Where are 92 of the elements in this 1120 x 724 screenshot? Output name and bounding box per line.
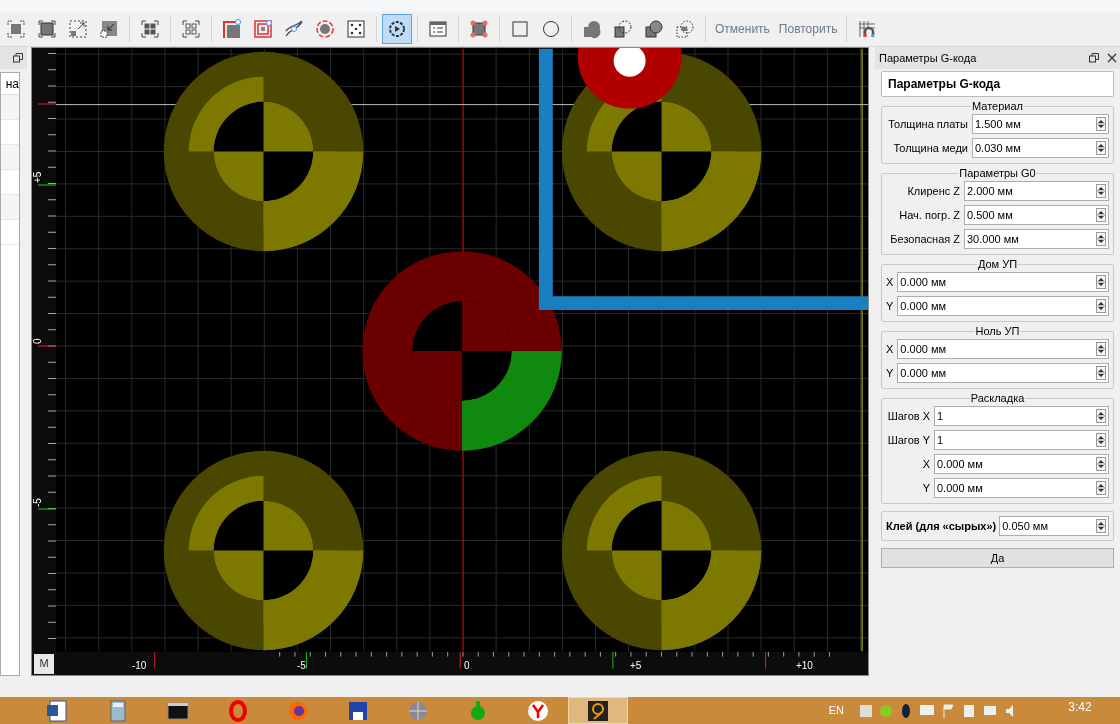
spin-field[interactable]: 0.000 мм: [934, 454, 1109, 474]
toolbar-button[interactable]: [382, 14, 412, 44]
dice-icon: [346, 19, 366, 39]
field-label: Толщина меди: [892, 140, 968, 156]
ruler-label: +10: [795, 660, 813, 672]
field-label: Клей (для «сырых»): [886, 518, 997, 534]
ok-button[interactable]: Да: [881, 548, 1114, 568]
word-icon: [46, 698, 70, 723]
spin-field[interactable]: 0.500 мм: [964, 205, 1109, 225]
spin-arrows-icon[interactable]: [1096, 519, 1106, 533]
grid-select-icon: [140, 19, 160, 39]
close-icon[interactable]: [1107, 53, 1117, 63]
field-label: Шагов X: [886, 408, 930, 424]
restore-icon[interactable]: [1089, 53, 1099, 63]
spin-arrows-icon[interactable]: [1096, 299, 1106, 313]
group-title: Ноль УП: [975, 325, 1020, 337]
field-label: X: [886, 274, 894, 290]
field-label: X: [921, 456, 930, 472]
circle-icon: [541, 19, 561, 39]
group-title: Материал: [972, 100, 1023, 112]
spin-field[interactable]: 1.500 мм: [972, 114, 1109, 134]
rectangle-icon: [510, 19, 530, 39]
undo-button[interactable]: Отменить: [711, 14, 774, 44]
spiral-icon: [253, 19, 273, 39]
gear-play-icon: [387, 19, 407, 39]
ring-icon: [226, 698, 250, 723]
field-label: Нач. погр. Z: [898, 207, 960, 223]
app-logo-icon: [586, 698, 610, 723]
ruler-label: +5: [629, 660, 642, 672]
field-label: Y: [886, 365, 894, 381]
spin-arrows-icon[interactable]: [1096, 366, 1106, 380]
spin-arrows-icon[interactable]: [1096, 481, 1106, 495]
letter-y-icon: [526, 698, 550, 723]
group-title: Дом УП: [977, 258, 1018, 270]
shape-union-icon: [582, 19, 602, 39]
redo-button[interactable]: Повторить: [774, 14, 842, 44]
spin-field[interactable]: 0.030 мм: [972, 138, 1109, 158]
spin-field[interactable]: 0.000 мм: [934, 478, 1109, 498]
spin-field[interactable]: 0.000 мм: [897, 272, 1109, 292]
clock-time: 3:42: [1067, 699, 1093, 716]
section-heading: Параметры G-кода: [888, 76, 1001, 93]
field-label: Безопасная Z: [889, 231, 960, 247]
field-label: Клиренс Z: [906, 183, 960, 199]
fit-frame-icon: [6, 19, 26, 39]
spin-arrows-icon[interactable]: [1096, 342, 1106, 356]
grid-select-icon: [181, 19, 201, 39]
spin-arrows-icon[interactable]: [1096, 457, 1106, 471]
ruler-label: -10: [131, 660, 147, 672]
pocket-icon: [222, 19, 242, 39]
restore-icon[interactable]: [13, 53, 23, 63]
shape-subtract-icon: [613, 19, 633, 39]
expand-selection-icon: [68, 19, 88, 39]
shape-intersect-icon: [644, 19, 664, 39]
spin-field[interactable]: 2.000 мм: [964, 181, 1109, 201]
ruler-label: -5: [296, 660, 306, 672]
taskbar-app[interactable]: [568, 697, 628, 724]
spin-arrows-icon[interactable]: [1096, 184, 1106, 198]
shape-exclude-icon: [675, 19, 695, 39]
ruler-label: 0: [463, 660, 470, 672]
window-list-icon: [428, 19, 448, 39]
spin-field[interactable]: 0.000 мм: [897, 339, 1109, 359]
ruler-label: -5: [32, 498, 44, 507]
spin-arrows-icon[interactable]: [1096, 117, 1106, 131]
field-label: X: [886, 341, 894, 357]
shrink-selection-icon: [99, 19, 119, 39]
curve-icon: [284, 19, 304, 39]
spin-field[interactable]: 1: [934, 430, 1109, 450]
spin-arrows-icon[interactable]: [1096, 141, 1106, 155]
grid-magnet-icon: [857, 19, 878, 39]
field-label: Шагов Y: [886, 432, 930, 448]
spin-field[interactable]: 1: [934, 406, 1109, 426]
spin-field[interactable]: 30.000 мм: [964, 229, 1109, 249]
field-label: Y: [921, 480, 930, 496]
group-title: Раскладка: [970, 392, 1025, 404]
spin-field[interactable]: 0.000 мм: [897, 296, 1109, 316]
zoom-frame-icon: [37, 19, 57, 39]
spin-arrows-icon[interactable]: [1096, 208, 1106, 222]
spin-arrows-icon[interactable]: [1096, 232, 1106, 246]
spin-arrows-icon[interactable]: [1096, 409, 1106, 423]
drill-target-icon: [315, 19, 335, 39]
corner-button[interactable]: M: [33, 653, 54, 674]
spin-arrows-icon[interactable]: [1096, 433, 1106, 447]
panel-title: Параметры G-кода: [879, 50, 978, 66]
spin-arrows-icon[interactable]: [1096, 275, 1106, 289]
spin-field[interactable]: 0.000 мм: [897, 363, 1109, 383]
nodes-square-icon: [469, 19, 489, 39]
spin-field[interactable]: 0.050 мм: [999, 516, 1109, 536]
ruler-label: 0: [32, 338, 44, 344]
field-label: Толщина платы: [887, 116, 968, 132]
ruler-label: +5: [32, 171, 44, 183]
field-label: Y: [886, 298, 894, 314]
group-title: Параметры G0: [959, 167, 1036, 179]
